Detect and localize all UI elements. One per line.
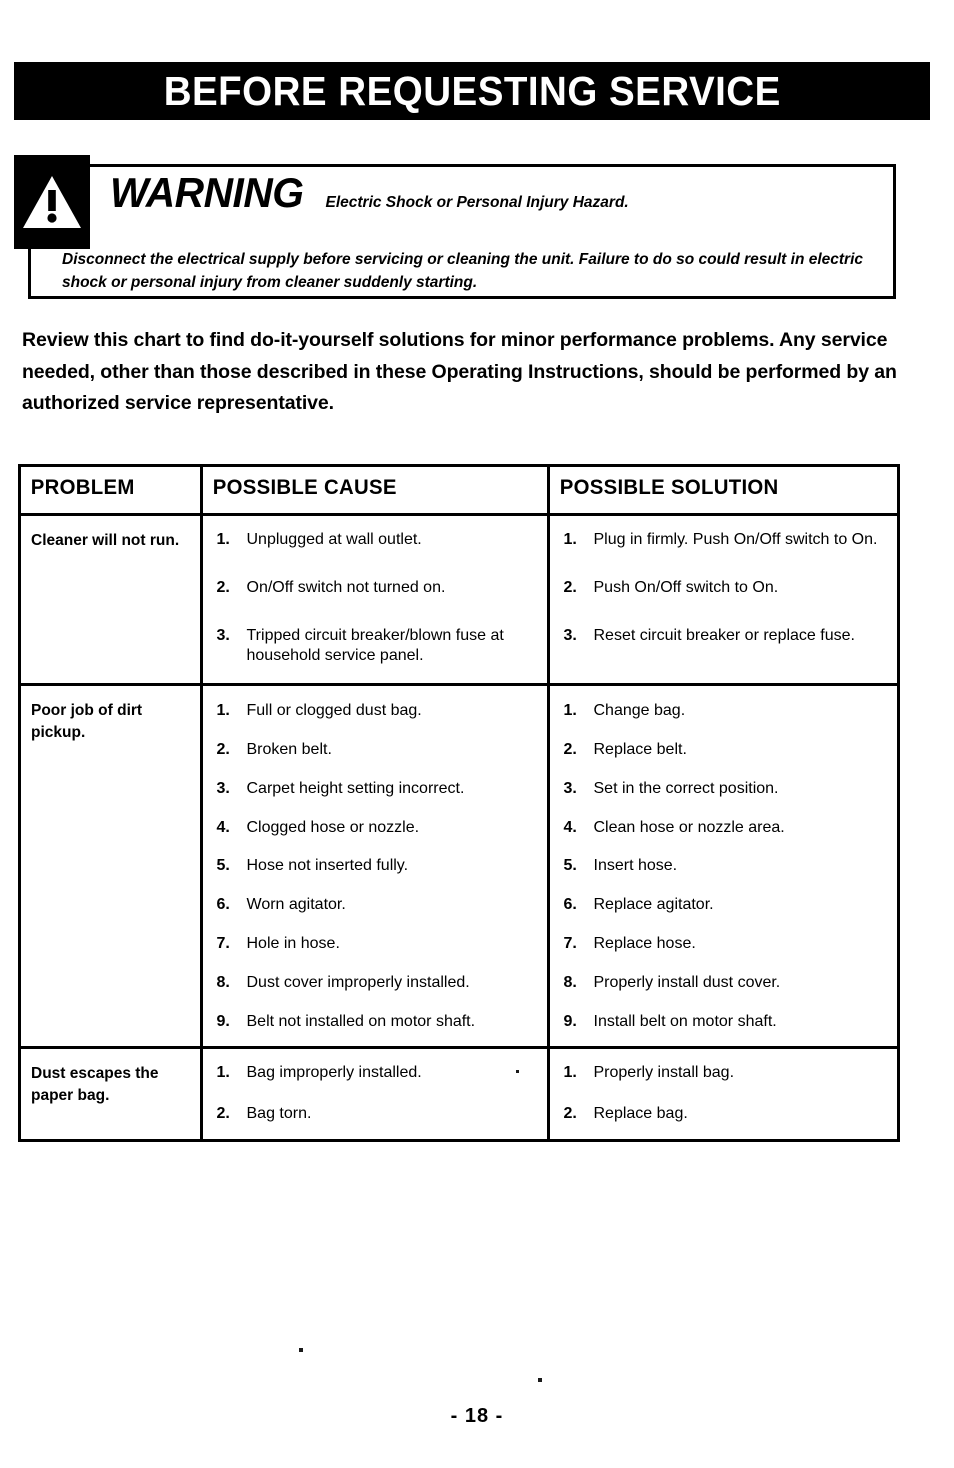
list-item: 6. Worn agitator.: [217, 895, 539, 916]
intro-paragraph: Review this chart to find do-it-yourself…: [22, 329, 897, 415]
cause-list: 1. Unplugged at wall outlet. 2. On/Off swi…: [217, 530, 539, 667]
warning-triangle-exclamation-icon: [14, 155, 90, 249]
table-header-row: PROBLEM POSSIBLE CAUSE POSSIBLE SOLUTION: [21, 467, 897, 516]
list-number: 6.: [216, 896, 230, 914]
list-number: 4.: [216, 818, 230, 836]
list-number: 9.: [216, 1012, 230, 1030]
list-item: 3. Reset circuit breaker or replace fuse.: [564, 626, 890, 647]
problem-cell: Dust escapes the paper bag.: [21, 1047, 203, 1139]
list-item: 9. Install belt on motor shaft.: [564, 1012, 890, 1033]
page-number: - 18 -: [450, 1405, 504, 1427]
table-row: Dust escapes the paper bag. 1. Bag improp…: [21, 1047, 897, 1139]
list-number: 1.: [216, 702, 230, 720]
list-item: 2. Push On/Off switch to On.: [564, 578, 890, 599]
list-number: 8.: [563, 973, 577, 991]
list-item: 2. Replace belt.: [564, 740, 890, 761]
solution-cell: 1. Properly install bag. 2. Replace bag.: [548, 1048, 897, 1139]
document-page: BEFORE REQUESTING SERVICE WARNING Electr…: [0, 0, 954, 1468]
list-item: 6. Replace agitator.: [564, 895, 890, 916]
scan-speck: [299, 1348, 303, 1352]
list-item: 1. Unplugged at wall outlet.: [217, 530, 539, 551]
warning-headline: WARNING Electric Shock or Personal Injur…: [110, 169, 629, 217]
page-title-banner: BEFORE REQUESTING SERVICE: [14, 62, 930, 120]
cause-list: 1. Full or clogged dust bag. 2. Broken bel…: [217, 701, 539, 1032]
problem-cell: Poor job of dirt pickup.: [21, 684, 203, 1050]
list-number: 6.: [563, 896, 577, 914]
list-item: 8. Properly install dust cover.: [564, 973, 890, 994]
warning-block: WARNING Electric Shock or Personal Injur…: [14, 155, 898, 307]
list-number: 7.: [563, 934, 577, 952]
list-item: 3. Set in the correct position.: [564, 779, 890, 800]
list-number: 3.: [563, 626, 577, 644]
list-number: 1.: [216, 1064, 230, 1082]
list-number: 4.: [563, 818, 577, 836]
list-number: 2.: [563, 578, 577, 596]
cause-cell: 1. Unplugged at wall outlet. 2. On/Off swi…: [201, 514, 550, 687]
list-number: 5.: [216, 857, 230, 875]
table-row: Poor job of dirt pickup. 1. Full or clogg…: [21, 684, 897, 1050]
list-number: 3.: [216, 779, 230, 797]
list-item: 3. Carpet height setting incorrect.: [217, 779, 539, 800]
list-item: 5. Hose not inserted fully.: [217, 856, 539, 877]
list-item: 9. Belt not installed on motor shaft.: [217, 1012, 539, 1033]
list-number: 1.: [563, 531, 577, 548]
solution-list: 1. Properly install bag. 2. Replace bag.: [564, 1063, 890, 1125]
list-item: 7. Replace hose.: [564, 934, 890, 955]
list-item: 1. Properly install bag.: [564, 1063, 890, 1084]
problem-cell: Cleaner will not run.: [21, 514, 203, 687]
solution-cell: 1. Plug in firmly. Push On/Off switch to …: [548, 514, 897, 687]
list-number: 9.: [563, 1012, 577, 1030]
list-number: 3.: [563, 779, 577, 797]
warning-body-text: Disconnect the electrical supply before …: [62, 251, 864, 292]
list-number: 7.: [216, 934, 230, 952]
list-number: 5.: [563, 857, 577, 875]
list-number: 2.: [216, 1105, 230, 1123]
list-number: 8.: [216, 973, 230, 991]
list-number: 2.: [216, 740, 230, 758]
list-number: 1.: [563, 702, 577, 720]
list-number: 1.: [563, 1064, 577, 1082]
list-item: 4. Clean hose or nozzle area.: [564, 818, 890, 839]
troubleshooting-table: PROBLEM POSSIBLE CAUSE POSSIBLE SOLUTION…: [18, 464, 900, 1142]
list-item: 1. Bag improperly installed.: [217, 1063, 539, 1084]
list-item: 4. Clogged hose or nozzle.: [217, 818, 539, 839]
list-item: 1. Plug in firmly. Push On/Off switch to …: [564, 530, 890, 551]
table-row: Cleaner will not run. 1. Unplugged at wal…: [21, 514, 897, 687]
list-item: 8. Dust cover improperly installed.: [217, 973, 539, 994]
list-item: 2. Broken belt.: [217, 740, 539, 761]
column-header-possible-cause: POSSIBLE CAUSE: [201, 467, 550, 516]
solution-list: 1. Plug in firmly. Push On/Off switch to …: [564, 530, 890, 646]
column-header-possible-solution: POSSIBLE SOLUTION: [548, 467, 897, 516]
cause-cell: 1. Bag improperly installed. 2. Bag torn.: [201, 1047, 550, 1139]
column-header-problem: PROBLEM: [21, 467, 203, 516]
list-number: 2.: [563, 740, 577, 758]
solution-list: 1. Change bag. 2. Replace belt. 3. Set in t…: [564, 701, 890, 1032]
warning-word: WARNING: [110, 169, 304, 216]
cause-list: 1. Bag improperly installed. 2. Bag torn.: [217, 1063, 539, 1125]
list-item: 2. On/Off switch not turned on.: [217, 578, 539, 599]
list-number: 2.: [563, 1105, 577, 1123]
list-number: 1.: [216, 531, 230, 548]
scan-speck: [516, 1070, 519, 1073]
list-item: 1. Change bag.: [564, 701, 890, 722]
list-number: 2.: [216, 578, 230, 596]
warning-hazard-text: Electric Shock or Personal Injury Hazard…: [325, 194, 629, 211]
list-item: 2. Bag torn.: [217, 1104, 539, 1125]
list-number: 3.: [216, 626, 230, 644]
list-item: 5. Insert hose.: [564, 856, 890, 877]
scan-speck: [538, 1378, 542, 1382]
solution-cell: 1. Change bag. 2. Replace belt. 3. Set in t…: [548, 684, 897, 1050]
list-item: 2. Replace bag.: [564, 1104, 890, 1125]
page-title: BEFORE REQUESTING SERVICE: [163, 67, 781, 114]
list-item: 1. Full or clogged dust bag.: [217, 701, 539, 722]
list-item: 3. Tripped circuit breaker/blown fuse at …: [216, 626, 504, 665]
cause-cell: 1. Full or clogged dust bag. 2. Broken bel…: [201, 684, 550, 1050]
list-item: 7. Hole in hose.: [217, 934, 539, 955]
